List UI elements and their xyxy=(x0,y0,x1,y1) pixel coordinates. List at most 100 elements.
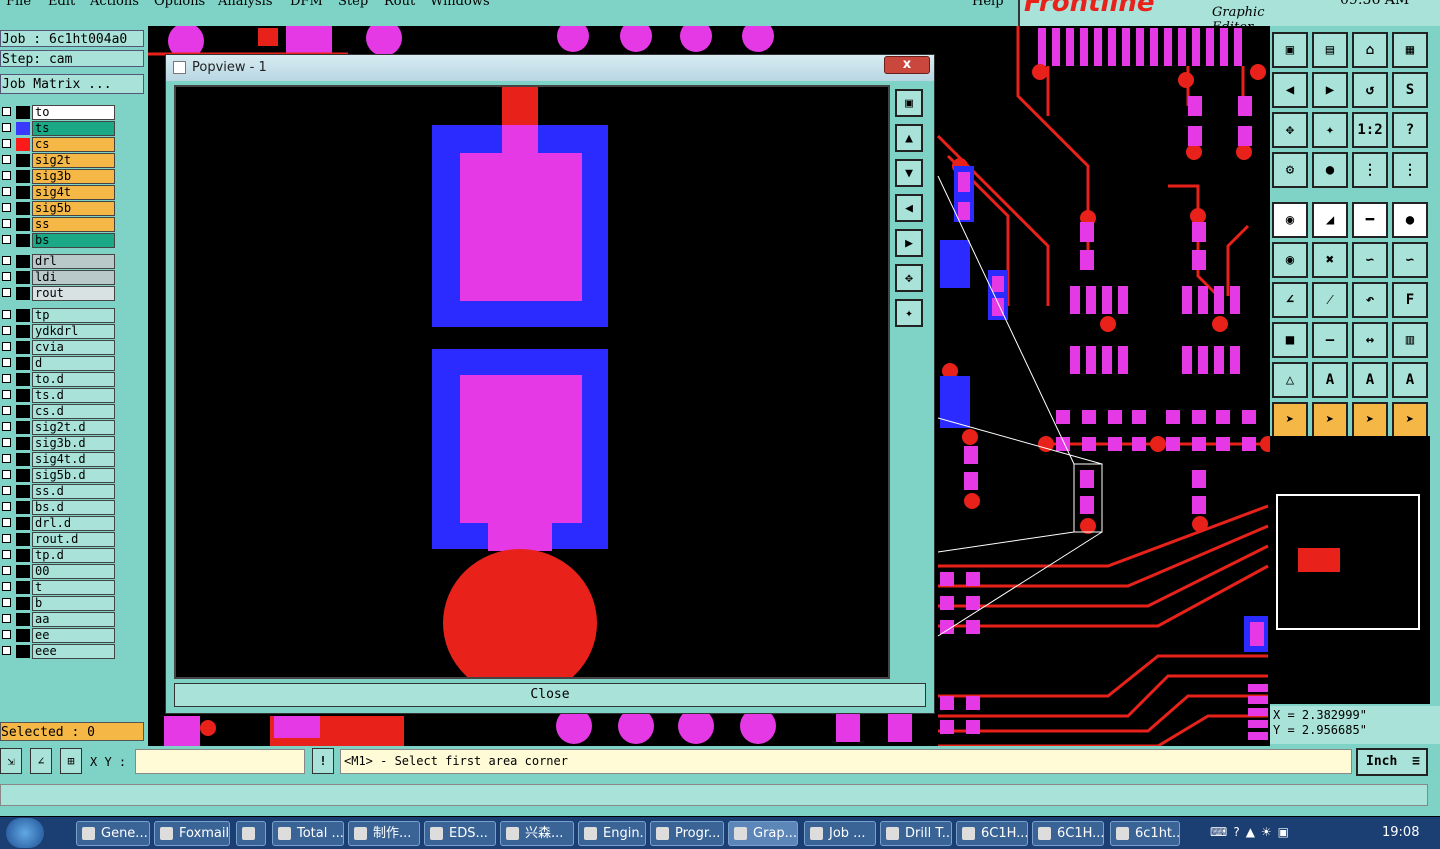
layer-color-swatch[interactable] xyxy=(16,255,30,268)
resize-icon[interactable]: ↔ xyxy=(1352,322,1388,358)
layer-checkbox[interactable] xyxy=(2,390,11,399)
layer-color-swatch[interactable] xyxy=(16,501,30,514)
layer-name[interactable]: drl.d xyxy=(32,516,115,531)
taskbar-item[interactable]: 6C1H... xyxy=(956,821,1028,846)
layer-checkbox[interactable] xyxy=(2,598,11,607)
taskbar-item[interactable]: Total ... xyxy=(272,821,344,846)
layer-checkbox[interactable] xyxy=(2,566,11,575)
menu-options[interactable]: Options xyxy=(154,0,205,9)
flag-icon[interactable]: F xyxy=(1392,282,1428,318)
group-icon[interactable]: ▥ xyxy=(1392,322,1428,358)
layer-checkbox[interactable] xyxy=(2,614,11,623)
layer-checkbox[interactable] xyxy=(2,123,11,132)
layer-checkbox[interactable] xyxy=(2,155,11,164)
line-add-icon[interactable]: ◢ xyxy=(1312,202,1348,238)
pan-up-icon[interactable]: ▲ xyxy=(895,124,923,152)
menu-edit[interactable]: Edit xyxy=(48,0,75,9)
layer-row[interactable]: bs xyxy=(0,233,116,248)
arch-icon[interactable]: A xyxy=(1352,362,1388,398)
layer-color-swatch[interactable] xyxy=(16,421,30,434)
layer-name[interactable]: bs.d xyxy=(32,500,115,515)
net-icon[interactable]: ● xyxy=(1312,152,1348,188)
layer-color-swatch[interactable] xyxy=(16,645,30,658)
layer-row[interactable]: ts xyxy=(0,121,116,136)
taskbar-item[interactable]: Progr... xyxy=(650,821,724,846)
layer-row[interactable]: ts.d xyxy=(0,388,116,403)
layer-name[interactable]: cvia xyxy=(32,340,115,355)
layer-row[interactable]: 00 xyxy=(0,564,116,579)
select-box-icon[interactable]: ➤ xyxy=(1312,402,1348,438)
taskbar-item[interactable] xyxy=(236,821,266,846)
layer-color-swatch[interactable] xyxy=(16,629,30,642)
polygon-icon[interactable]: A xyxy=(1312,362,1348,398)
layer-color-swatch[interactable] xyxy=(16,405,30,418)
layer-name[interactable]: eee xyxy=(32,644,115,659)
layer-row[interactable]: bs.d xyxy=(0,500,116,515)
popview-canvas[interactable] xyxy=(174,85,890,697)
layer-checkbox[interactable] xyxy=(2,630,11,639)
start-button[interactable] xyxy=(6,818,44,848)
layer-checkbox[interactable] xyxy=(2,582,11,591)
zoom-home-icon[interactable]: ▣ xyxy=(1272,32,1308,68)
menu-actions[interactable]: Actions xyxy=(90,0,139,9)
grid-icon[interactable]: ⊞ xyxy=(60,748,82,774)
layer-checkbox[interactable] xyxy=(2,486,11,495)
zoom-in-icon[interactable]: ▣ xyxy=(895,89,923,117)
layer-row[interactable]: aa xyxy=(0,612,116,627)
minus-icon[interactable]: — xyxy=(1312,322,1348,358)
taskbar-item[interactable]: Gene... xyxy=(76,821,150,846)
layer-checkbox[interactable] xyxy=(2,235,11,244)
layer-color-swatch[interactable] xyxy=(16,138,30,151)
center-icon[interactable]: ✦ xyxy=(1312,112,1348,148)
tray-icons[interactable]: ⌨?▲☀▣ xyxy=(1210,825,1370,841)
layer-checkbox[interactable] xyxy=(2,203,11,212)
select-net-icon[interactable]: ➤ xyxy=(1392,402,1428,438)
layer-checkbox[interactable] xyxy=(2,470,11,479)
layer-name[interactable]: sig4t.d xyxy=(32,452,115,467)
layer-name[interactable]: cs xyxy=(32,137,115,152)
layer-row[interactable]: ss.d xyxy=(0,484,116,499)
layer-row[interactable]: d xyxy=(0,356,116,371)
layer-color-swatch[interactable] xyxy=(16,613,30,626)
layer-color-swatch[interactable] xyxy=(16,533,30,546)
mirror-icon[interactable]: S xyxy=(1392,72,1428,108)
layer-checkbox[interactable] xyxy=(2,550,11,559)
layer-name[interactable]: aa xyxy=(32,612,115,627)
layer-checkbox[interactable] xyxy=(2,342,11,351)
layer-checkbox[interactable] xyxy=(2,646,11,655)
circle-add-icon[interactable]: ● xyxy=(1392,202,1428,238)
layer-name[interactable]: ss.d xyxy=(32,484,115,499)
taskbar-item[interactable]: EDS... xyxy=(424,821,496,846)
layer-row[interactable]: to xyxy=(0,105,116,120)
frame-icon[interactable]: ▦ xyxy=(1392,32,1428,68)
shape-icon[interactable]: ■ xyxy=(1272,322,1308,358)
layer-row[interactable]: sig3b xyxy=(0,169,116,184)
layer-color-swatch[interactable] xyxy=(16,485,30,498)
layer-color-swatch[interactable] xyxy=(16,373,30,386)
taskbar-item[interactable]: Grap... xyxy=(728,821,798,846)
layer-checkbox[interactable] xyxy=(2,256,11,265)
pan-left-icon[interactable]: ◀ xyxy=(895,194,923,222)
layer-color-swatch[interactable] xyxy=(16,202,30,215)
layer-name[interactable]: ts xyxy=(32,121,115,136)
layer-checkbox[interactable] xyxy=(2,187,11,196)
menu-rout[interactable]: Rout xyxy=(384,0,415,9)
layer-row[interactable]: sig3b.d xyxy=(0,436,116,451)
layer-name[interactable]: ldi xyxy=(32,270,115,285)
layer-color-swatch[interactable] xyxy=(16,469,30,482)
layer-checkbox[interactable] xyxy=(2,107,11,116)
layer-name[interactable]: b xyxy=(32,596,115,611)
layer-checkbox[interactable] xyxy=(2,288,11,297)
layer-name[interactable]: tp.d xyxy=(32,548,115,563)
layer-row[interactable]: sig4t xyxy=(0,185,116,200)
layer-row[interactable]: drl xyxy=(0,254,116,269)
popview-titlebar[interactable]: Popview - 1 x xyxy=(166,55,934,81)
layer-name[interactable]: sig5b.d xyxy=(32,468,115,483)
layer-name[interactable]: sig3b xyxy=(32,169,115,184)
select-icon[interactable]: ➤ xyxy=(1272,402,1308,438)
home-icon[interactable]: ⌂ xyxy=(1352,32,1388,68)
layer-row[interactable]: sig4t.d xyxy=(0,452,116,467)
ruler-icon[interactable]: ━ xyxy=(1352,202,1388,238)
layer-name[interactable]: ss xyxy=(32,217,115,232)
settings-icon[interactable]: ⚙ xyxy=(1272,152,1308,188)
